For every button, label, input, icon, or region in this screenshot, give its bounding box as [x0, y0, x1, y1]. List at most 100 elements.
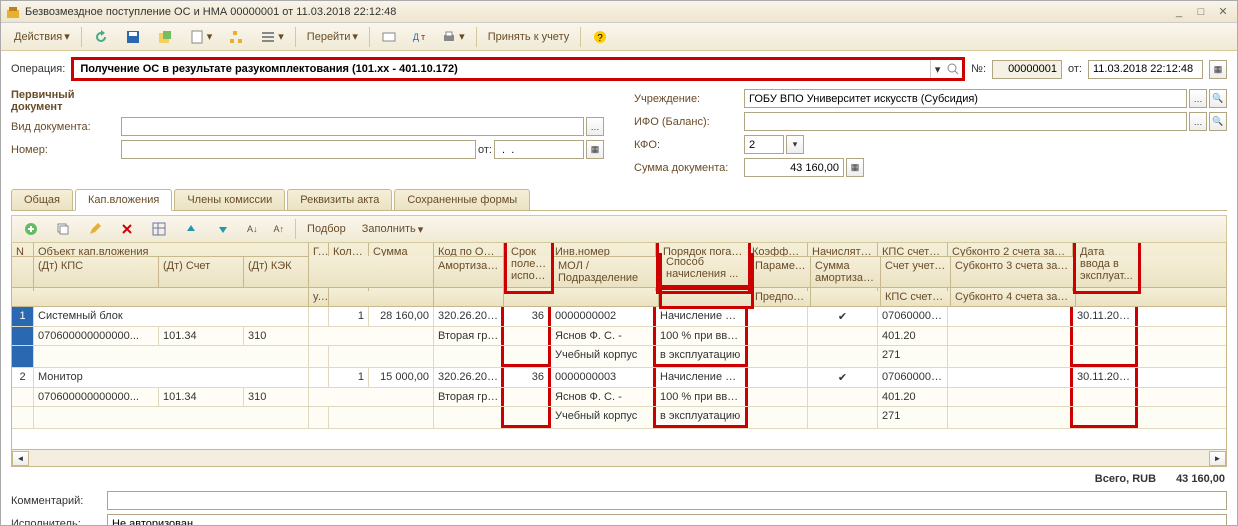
table-row[interactable]: 2 Монитор 1 15 000,00 320.26.20.15 36 00… — [12, 368, 1226, 388]
sort-asc-icon[interactable]: A↓ — [240, 221, 265, 237]
close-button[interactable]: ✕ — [1213, 4, 1233, 20]
total-value: 43 160,00 — [1176, 473, 1225, 485]
number-ot-label: от: — [478, 144, 492, 156]
accept-button[interactable]: Принять к учету — [481, 28, 577, 46]
sort-desc-icon[interactable]: A↑ — [267, 221, 292, 237]
org-label: Учреждение: — [634, 93, 744, 105]
maximize-button[interactable]: □ — [1191, 4, 1211, 20]
calendar-icon[interactable]: ▦ — [586, 140, 604, 159]
col-kpsac[interactable]: КПС счета ... — [881, 288, 951, 306]
refresh-icon[interactable] — [86, 26, 116, 48]
col-dtk[interactable]: (Дт) КПС — [34, 256, 159, 287]
doc-date-input[interactable] — [1088, 60, 1203, 79]
table-row[interactable]: 070600000000000... 101.34 310 Вторая гру… — [12, 388, 1226, 407]
search-icon[interactable] — [944, 60, 962, 78]
goto-menu[interactable]: Перейти ▾ — [300, 27, 365, 46]
col-sub3[interactable]: Субконто 3 счета затрат — [951, 256, 1076, 287]
tab-common[interactable]: Общая — [11, 189, 73, 210]
main-toolbar: Действия ▾ ▾ ▾ Перейти ▾ Дт ▾ Принять к … — [1, 23, 1237, 51]
table-row[interactable]: Учебный корпус в эксплуатацию 271 — [12, 346, 1226, 368]
col-dte[interactable]: (Дт) КЭК — [244, 256, 309, 287]
post-icon[interactable] — [150, 26, 180, 48]
list-icon[interactable]: ▾ — [253, 26, 291, 48]
row-num: 1 — [12, 307, 34, 326]
tab-forms[interactable]: Сохраненные формы — [394, 189, 530, 210]
tool-icon[interactable] — [374, 26, 404, 48]
doc-no-input[interactable] — [992, 60, 1062, 79]
number-input[interactable] — [121, 140, 476, 159]
org-select-button[interactable]: … — [1189, 89, 1207, 108]
window: Безвозмездное поступление ОС и НМА 00000… — [0, 0, 1238, 526]
tab-commission[interactable]: Члены комиссии — [174, 189, 285, 210]
tabs: Общая Кап.вложения Члены комиссии Реквиз… — [11, 189, 1227, 211]
tab-act[interactable]: Реквизиты акта — [287, 189, 392, 210]
comment-label: Комментарий: — [11, 495, 101, 507]
table-row[interactable]: 070600000000000... 101.34 310 Вторая гру… — [12, 327, 1226, 346]
search-icon[interactable]: 🔍 — [1209, 89, 1227, 108]
svg-text:?: ? — [597, 33, 603, 44]
col-sub4[interactable]: Субконто 4 счета затрат — [951, 288, 1076, 306]
col-mol[interactable]: МОЛ / Подразделение — [554, 256, 659, 287]
grid-header-row2: (Дт) КПС (Дт) Счет (Дт) КЭК Амортизац...… — [12, 256, 1226, 288]
kfo-dd-button[interactable]: ▾ — [786, 135, 804, 154]
col-sumam[interactable]: Сумма амортизации — [811, 256, 881, 287]
save-icon[interactable] — [118, 26, 148, 48]
ifo-select-button[interactable]: … — [1189, 112, 1207, 131]
scroll-right-icon[interactable]: ► — [1209, 451, 1226, 466]
check-icon: ✔ — [808, 307, 878, 326]
col-param[interactable]: Параметр ... — [751, 256, 811, 287]
chevron-down-icon[interactable]: ▾ — [930, 60, 944, 78]
total-label: Всего, RUB — [1095, 473, 1156, 485]
col-pred[interactable]: Предполаг... — [751, 288, 811, 306]
grid-settings-icon[interactable] — [144, 218, 174, 240]
scroll-left-icon[interactable]: ◄ — [12, 451, 29, 466]
col-acc[interactable]: Счет учета ... — [881, 256, 951, 287]
search-icon[interactable]: 🔍 — [1209, 112, 1227, 131]
minimize-button[interactable]: _ — [1169, 4, 1189, 20]
comment-input[interactable] — [107, 491, 1227, 510]
doc-type-label: Вид документа: — [11, 121, 121, 133]
col-amort[interactable]: Амортизац... — [434, 256, 504, 287]
doc-type-select-button[interactable]: … — [586, 117, 604, 136]
copy-icon[interactable] — [48, 218, 78, 240]
up-icon[interactable] — [176, 218, 206, 240]
help-icon[interactable]: ? — [585, 26, 615, 48]
doc-icon[interactable]: ▾ — [182, 26, 220, 48]
primary-doc-header: Первичный документ — [11, 89, 121, 113]
calc-icon[interactable]: ▦ — [846, 158, 864, 177]
kfo-input[interactable] — [744, 135, 784, 154]
fill-button[interactable]: Заполнить ▾ — [355, 220, 431, 239]
doc-no-label: №: — [971, 63, 986, 75]
add-icon[interactable] — [16, 218, 46, 240]
doc-type-input[interactable] — [121, 117, 584, 136]
operation-select[interactable]: Получение ОС в результате разукомплектов… — [71, 57, 965, 81]
dtkt-icon[interactable]: Дт — [406, 29, 432, 45]
kfo-label: КФО: — [634, 139, 744, 151]
h-scrollbar[interactable]: ◄ ► — [12, 449, 1226, 466]
col-y[interactable]: у... — [309, 288, 329, 306]
edit-icon[interactable] — [80, 218, 110, 240]
table-row[interactable]: 1 Системный блок 1 28 160,00 320.26.20.1… — [12, 307, 1226, 327]
operation-label: Операция: — [11, 63, 65, 75]
ifo-input[interactable] — [744, 112, 1187, 131]
window-title: Безвозмездное поступление ОС и НМА 00000… — [25, 6, 1169, 18]
calendar-icon[interactable]: ▦ — [1209, 60, 1227, 79]
delete-icon[interactable] — [112, 218, 142, 240]
table-row[interactable]: Учебный корпус в эксплуатацию 271 — [12, 407, 1226, 429]
check-icon: ✔ — [808, 368, 878, 387]
struct-icon[interactable] — [221, 26, 251, 48]
sum-input[interactable] — [744, 158, 844, 177]
col-date[interactable]: Дата ввода в эксплуат... — [1073, 243, 1141, 294]
col-srok[interactable]: Срок полезн. исполь... — [504, 243, 554, 294]
down-icon[interactable] — [208, 218, 238, 240]
titlebar: Безвозмездное поступление ОС и НМА 00000… — [1, 1, 1237, 23]
number-ot-input[interactable] — [494, 140, 584, 159]
executor-input[interactable] — [107, 514, 1227, 525]
col-dts[interactable]: (Дт) Счет — [159, 256, 244, 287]
select-button[interactable]: Подбор — [300, 220, 353, 238]
ifo-label: ИФО (Баланс): — [634, 116, 744, 128]
tab-capital[interactable]: Кап.вложения — [75, 189, 172, 211]
actions-menu[interactable]: Действия ▾ — [7, 27, 77, 46]
print-icon[interactable]: ▾ — [434, 26, 472, 48]
org-input[interactable] — [744, 89, 1187, 108]
